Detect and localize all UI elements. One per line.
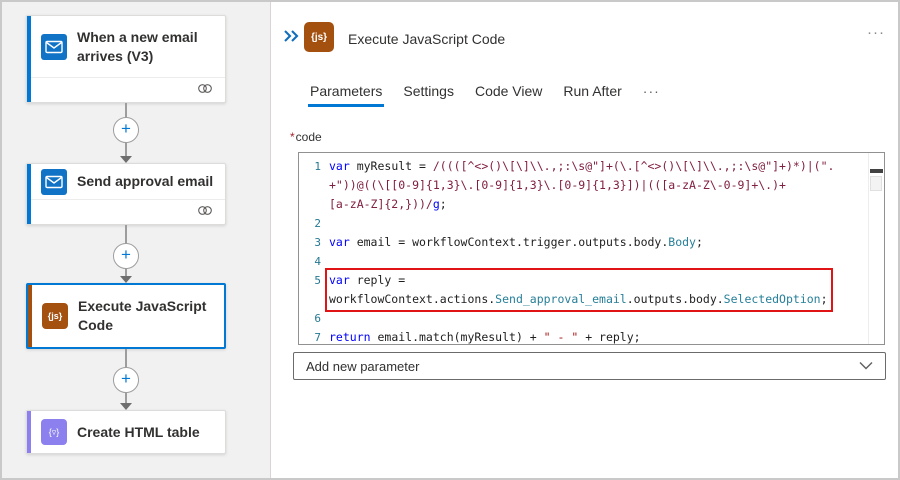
step-label: Create HTML table [77,423,200,440]
code-line: 6 [314,312,321,325]
tab-settings[interactable]: Settings [401,83,456,107]
code-line: 5 var reply = [314,273,406,287]
connector-arrow-icon [120,403,132,410]
code-line: 7 return email.match(myResult) + " - " + … [314,330,641,344]
html-table-icon: {▿} [41,419,67,445]
connection-icon [197,203,213,221]
dropdown-label: Add new parameter [306,358,420,374]
flow-step-create-html-table[interactable]: {▿} Create HTML table [26,410,226,454]
action-details-panel: {js} Execute JavaScript Code ··· Paramet… [271,2,898,478]
step-label: Send approval email [77,173,214,190]
tab-run-after[interactable]: Run After [561,83,623,107]
flow-step-when-a-new-email-arrives[interactable]: When a new email arrives (V3) [26,15,226,103]
step-footer [27,77,225,102]
step-accent-bar [27,16,31,102]
scrollbar-thumb[interactable] [870,176,882,191]
code-line: 3 var email = workflowContext.trigger.out… [314,235,703,249]
step-label: Execute JavaScript Code [78,298,207,333]
scrollbar-track [868,153,869,344]
chevron-down-icon [859,357,873,375]
code-line: 4 [314,255,321,268]
code-editor[interactable]: 1 var myResult = /((([^<>()\[\]\\.,;:\s@"… [298,152,885,345]
more-options-button[interactable]: ··· [867,24,885,41]
outlook-mail-icon [41,33,67,60]
code-line: workflowContext.actions.Send_approval_em… [329,292,828,306]
flow-designer-window: When a new email arrives (V3) Send appro… [0,0,900,480]
insert-step-button[interactable] [113,243,139,269]
connector-arrow-icon [120,156,132,163]
overview-ruler-marker [870,169,883,173]
insert-step-button[interactable] [113,367,139,393]
tab-bar: Parameters Settings Code View Run After … [308,83,679,107]
code-line: 2 [314,217,321,230]
workflow-canvas: When a new email arrives (V3) Send appro… [2,2,271,478]
add-new-parameter-dropdown[interactable]: Add new parameter [293,352,886,380]
step-accent-bar [28,285,32,347]
code-line: [a-zA-Z]{2,}))/g; [329,197,447,211]
expand-panel-icon[interactable] [283,29,299,47]
tab-parameters[interactable]: Parameters [308,83,385,107]
required-marker: * [290,130,295,144]
js-code-icon: {js} [42,303,68,329]
code-field-label: *code [290,130,322,144]
step-label: When a new email arrives (V3) [77,28,198,64]
step-accent-bar [27,411,31,453]
code-lines: 1 var myResult = /((([^<>()\[\]\\.,;:\s@"… [299,153,869,344]
js-code-icon: {js} [304,22,334,52]
tab-overflow-button[interactable]: ··· [641,83,662,107]
outlook-mail-icon [41,168,67,195]
step-accent-bar [27,164,31,224]
connector-arrow-icon [120,276,132,283]
insert-step-button[interactable] [113,117,139,143]
step-footer [27,199,225,224]
flow-step-send-approval-email[interactable]: Send approval email [26,163,226,225]
panel-title: Execute JavaScript Code [348,31,506,47]
flow-step-execute-javascript-code[interactable]: {js} Execute JavaScript Code [26,283,226,349]
connection-icon [197,81,213,99]
code-line: 1 var myResult = /((([^<>()\[\]\\.,;:\s@"… [314,159,835,173]
code-line: +"))@((\[[0-9]{1,3}\.[0-9]{1,3}\.[0-9]{1… [329,178,786,192]
tab-code-view[interactable]: Code View [473,83,544,107]
